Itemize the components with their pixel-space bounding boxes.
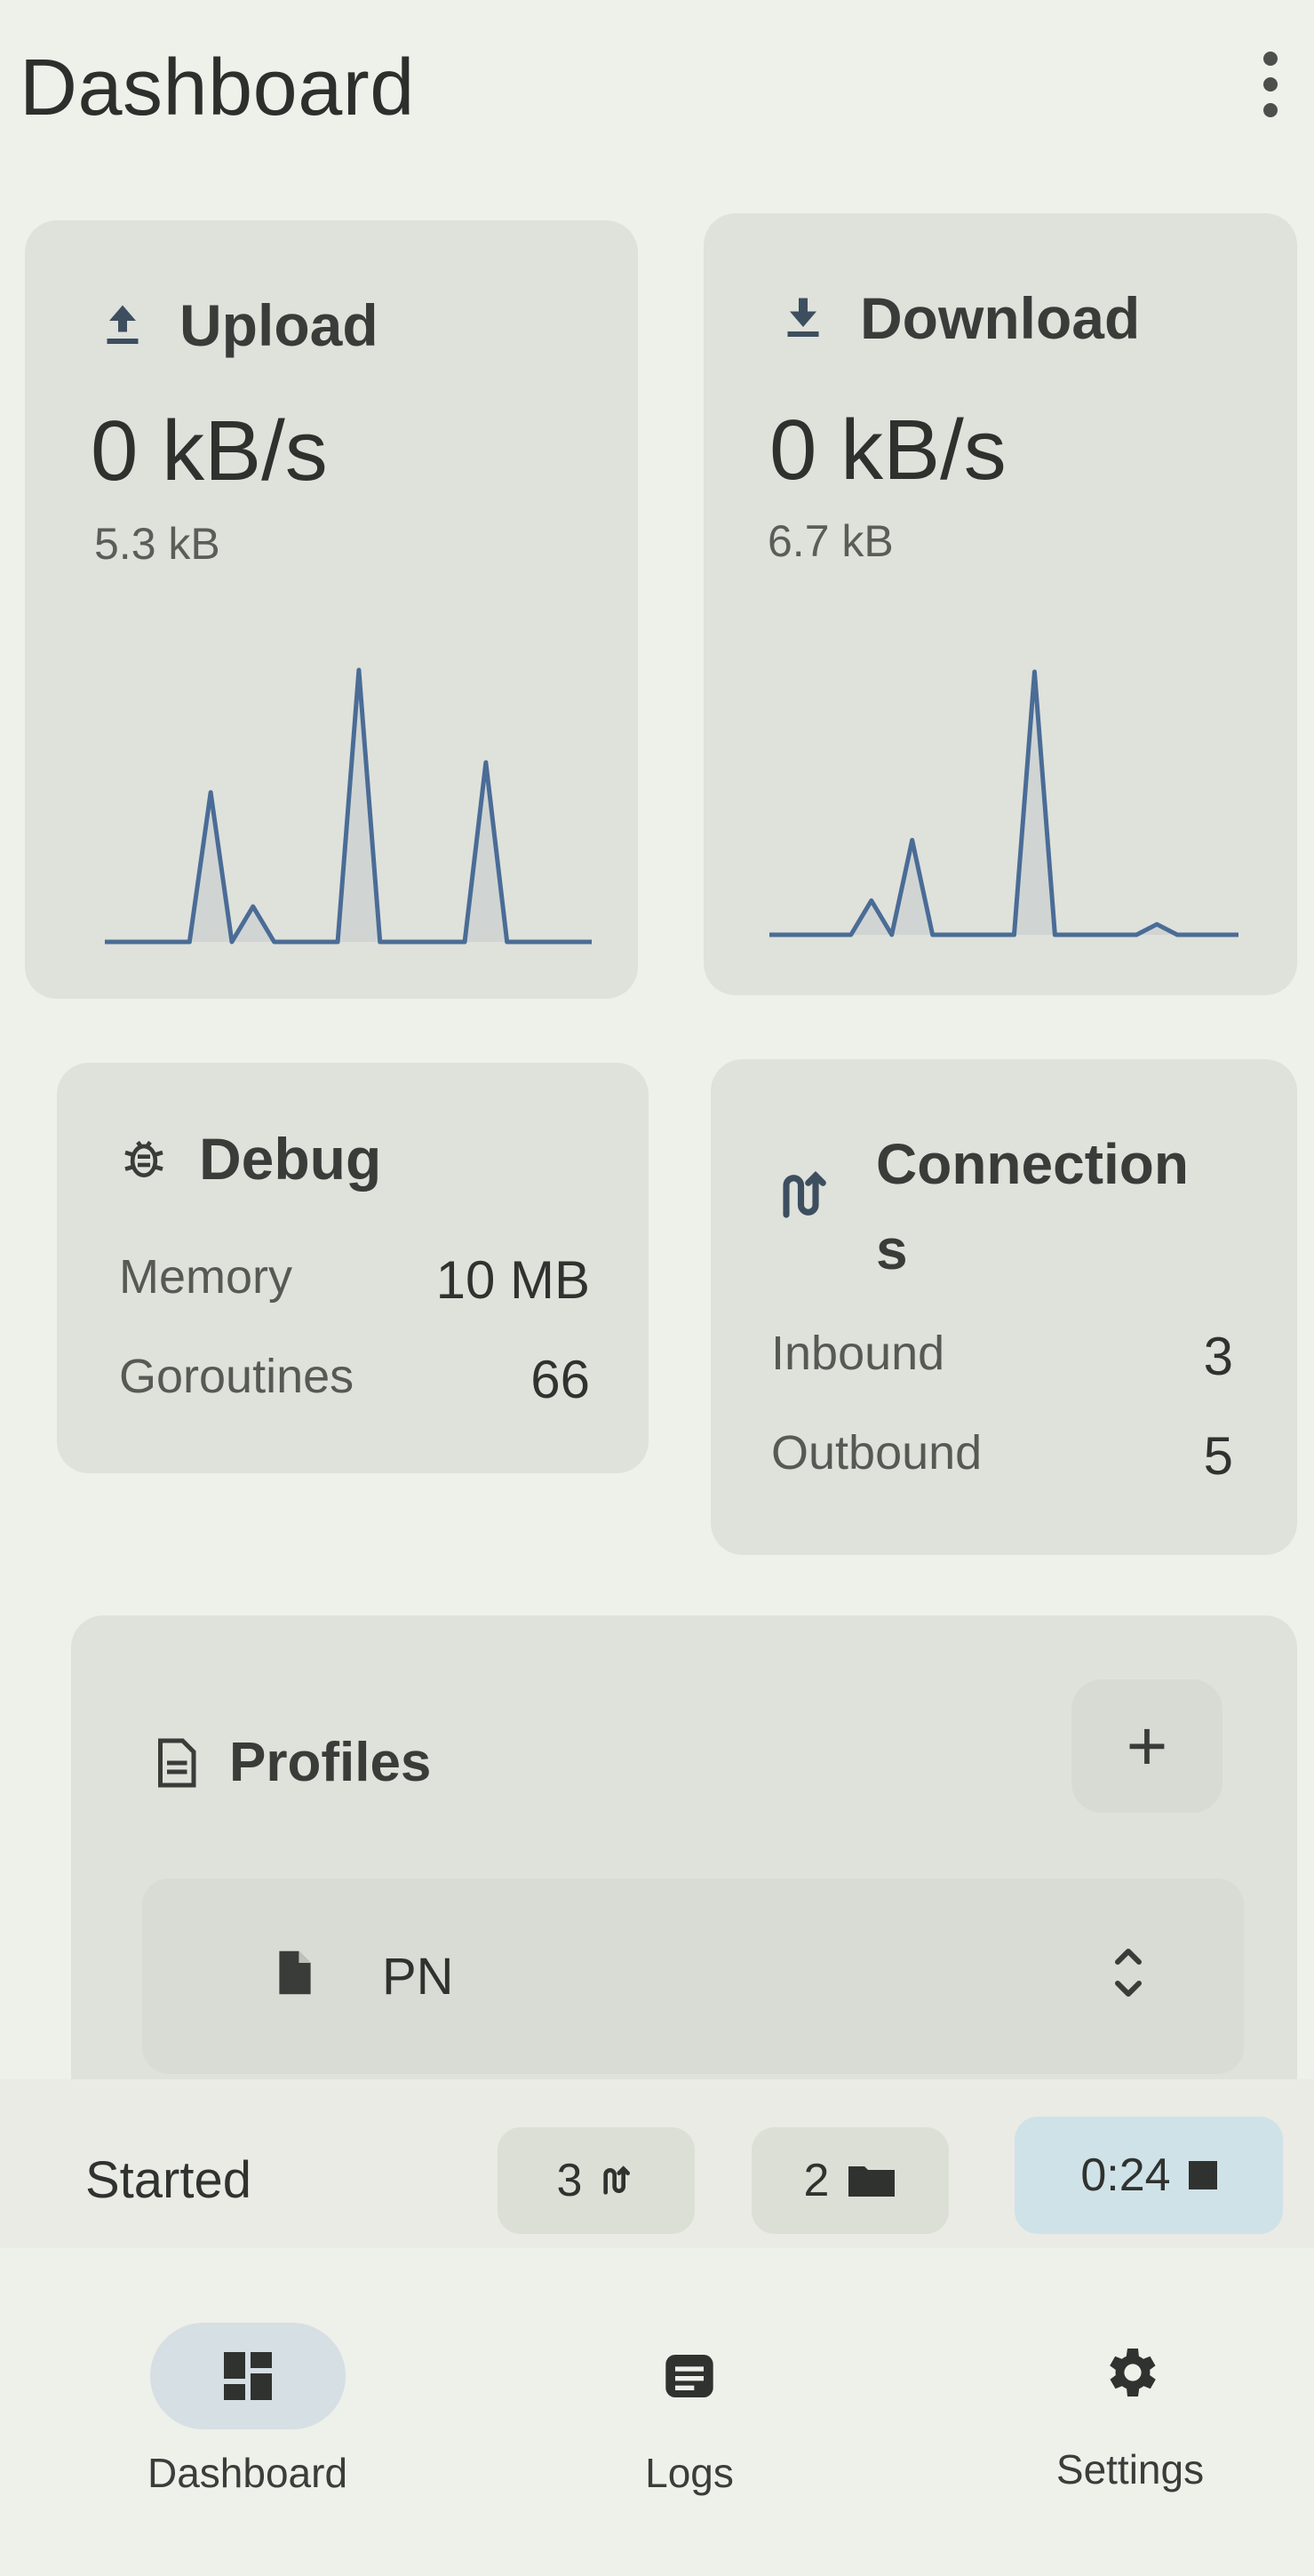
- profiles-label: Profiles: [229, 1732, 432, 1793]
- groups-count: 2: [803, 2155, 830, 2206]
- download-sparkline: [769, 669, 1238, 937]
- nav-settings-label: Settings: [1055, 2446, 1205, 2492]
- unfold-icon: [1111, 1937, 1146, 2008]
- connections-count: 3: [556, 2155, 583, 2206]
- dashboard-icon: [216, 2344, 280, 2408]
- debug-label: Debug: [199, 1126, 382, 1192]
- inbound-row: Inbound 3: [771, 1326, 1233, 1387]
- groups-chip[interactable]: 2: [752, 2127, 949, 2234]
- profiles-card: Profiles + PN: [71, 1615, 1297, 2113]
- upload-label: Upload: [179, 292, 378, 358]
- download-total: 6.7 kB: [768, 516, 894, 566]
- debug-card: Debug Memory 10 MB Goroutines 66: [57, 1063, 649, 1473]
- more-menu-button[interactable]: [1244, 44, 1297, 124]
- download-rate: 0 kB/s: [769, 403, 1007, 498]
- logs-icon: [661, 2348, 718, 2405]
- goroutines-value: 66: [530, 1350, 590, 1409]
- connections-label: Connection: [876, 1132, 1189, 1196]
- page-title: Dashboard: [20, 44, 415, 132]
- goroutines-key: Goroutines: [119, 1350, 354, 1403]
- upload-total: 5.3 kB: [94, 519, 220, 569]
- file-icon: [275, 1948, 315, 1998]
- nav-logs[interactable]: Logs: [592, 2323, 787, 2497]
- download-sparkline-line: [769, 669, 1238, 937]
- profile-name: PN: [382, 1947, 454, 2006]
- dashboard-screen: Dashboard Upload 0 kB/s 5.3 kB Download …: [0, 0, 1314, 2576]
- upload-icon: [96, 299, 149, 352]
- stop-icon: [1188, 2161, 1217, 2189]
- connections-chip[interactable]: 3: [498, 2127, 695, 2234]
- nav-dashboard-label: Dashboard: [147, 2450, 348, 2496]
- memory-value: 10 MB: [435, 1250, 590, 1310]
- nav-dashboard[interactable]: Dashboard: [147, 2323, 347, 2497]
- connections-icon: [776, 1166, 835, 1224]
- folder-icon: [847, 2163, 896, 2198]
- upload-sparkline: [105, 667, 592, 945]
- debug-memory-row: Memory 10 MB: [119, 1249, 590, 1311]
- download-label: Download: [860, 285, 1141, 351]
- download-card: Download 0 kB/s 6.7 kB: [704, 213, 1297, 995]
- upload-rate: 0 kB/s: [91, 403, 328, 498]
- upload-card: Upload 0 kB/s 5.3 kB: [25, 220, 638, 999]
- uptime: 0:24: [1080, 2149, 1171, 2201]
- plus-icon: +: [1126, 1706, 1168, 1785]
- connections-label-wrap: s: [876, 1217, 908, 1281]
- connections-icon: [600, 2163, 635, 2198]
- document-icon: [153, 1736, 199, 1790]
- more-vert-icon: [1263, 52, 1278, 66]
- nav-settings[interactable]: Settings: [1032, 2319, 1228, 2493]
- memory-key: Memory: [119, 1250, 293, 1304]
- download-sparkline-area: [769, 672, 1238, 935]
- connections-card[interactable]: Connection s Inbound 3 Outbound 5: [711, 1059, 1297, 1555]
- inbound-value: 3: [1203, 1327, 1233, 1386]
- download-icon: [776, 291, 830, 345]
- bug-icon: [119, 1134, 169, 1184]
- inbound-key: Inbound: [771, 1327, 945, 1380]
- stop-chip[interactable]: 0:24: [1015, 2117, 1283, 2234]
- outbound-value: 5: [1203, 1426, 1233, 1486]
- outbound-key: Outbound: [771, 1426, 983, 1479]
- profile-selector[interactable]: PN: [142, 1878, 1244, 2074]
- nav-logs-label: Logs: [645, 2450, 734, 2496]
- outbound-row: Outbound 5: [771, 1425, 1233, 1487]
- add-profile-button[interactable]: +: [1071, 1679, 1222, 1813]
- status-text: Started: [85, 2151, 251, 2209]
- debug-goroutines-row: Goroutines 66: [119, 1349, 590, 1410]
- gear-icon: [1098, 2341, 1162, 2405]
